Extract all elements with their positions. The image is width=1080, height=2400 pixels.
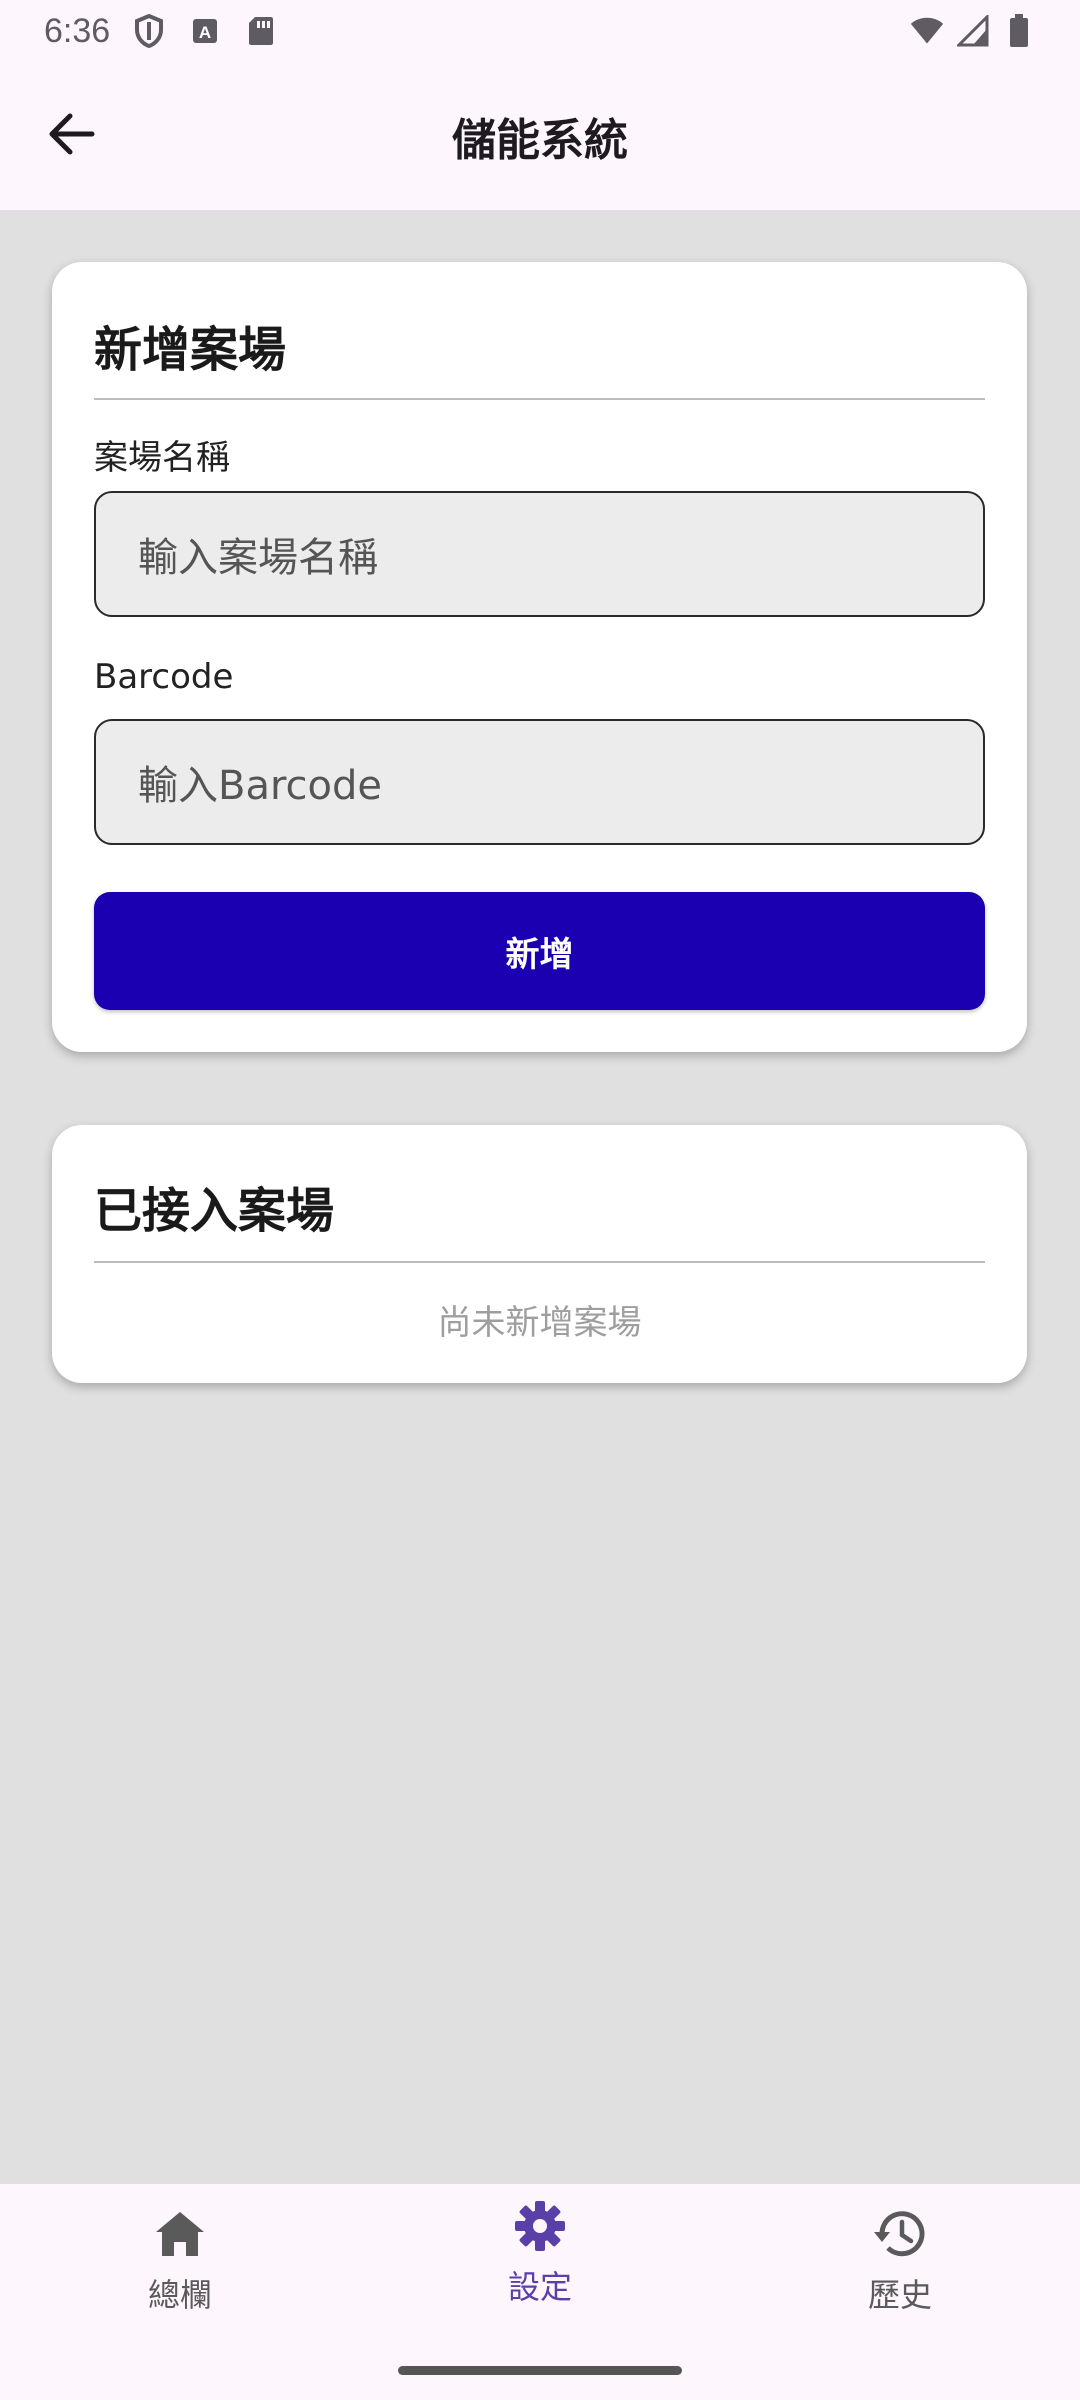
shield-icon (132, 14, 166, 48)
nav-item-settings[interactable]: 設定 (420, 2198, 660, 2328)
status-right (910, 14, 1036, 48)
connected-sites-card: 已接入案場 尚未新增案場 (52, 1125, 1027, 1383)
add-site-title: 新增案場 (94, 322, 287, 378)
svg-text:A: A (199, 23, 211, 42)
barcode-label: Barcode (94, 657, 234, 697)
arrow-back-icon (48, 112, 96, 160)
nav-label-history: 歷史 (867, 2276, 932, 2314)
settings-icon (512, 2198, 568, 2254)
divider (94, 398, 985, 400)
add-site-button[interactable]: 新增 (94, 892, 985, 1010)
status-left: 6:36 A (44, 12, 278, 51)
status-bar: 6:36 A (0, 0, 1080, 62)
barcode-input[interactable]: 輸入Barcode (94, 719, 985, 845)
page-title: 儲能系統 (452, 115, 628, 166)
home-icon (152, 2206, 208, 2262)
app-bar: 儲能系統 (0, 62, 1080, 210)
nav-item-overview[interactable]: 總欄 (60, 2206, 300, 2336)
barcode-placeholder: 輸入Barcode (138, 763, 382, 809)
battery-icon (1002, 14, 1036, 48)
add-site-card: 新增案場 案場名稱 輸入案場名稱 Barcode 輸入Barcode 新增 (52, 262, 1027, 1052)
font-a-icon: A (188, 14, 222, 48)
nav-item-history[interactable]: 歷史 (780, 2206, 1020, 2336)
nav-label-settings: 設定 (507, 2268, 572, 2306)
history-icon (872, 2206, 928, 2262)
connected-sites-title: 已接入案場 (94, 1183, 335, 1239)
back-button[interactable] (32, 100, 112, 172)
site-name-label: 案場名稱 (94, 438, 230, 478)
cell-signal-icon (956, 14, 990, 48)
status-time: 6:36 (44, 11, 111, 50)
bottom-navigation: 總欄 設定 歷史 (0, 2184, 1080, 2400)
empty-state-text: 尚未新增案場 (437, 1303, 642, 1343)
sd-card-icon (244, 14, 278, 48)
site-name-input[interactable]: 輸入案場名稱 (94, 491, 985, 617)
divider (94, 1261, 985, 1263)
home-indicator[interactable] (398, 2366, 682, 2375)
nav-label-overview: 總欄 (147, 2276, 212, 2314)
wifi-icon (910, 14, 944, 48)
site-name-placeholder: 輸入案場名稱 (138, 535, 378, 581)
